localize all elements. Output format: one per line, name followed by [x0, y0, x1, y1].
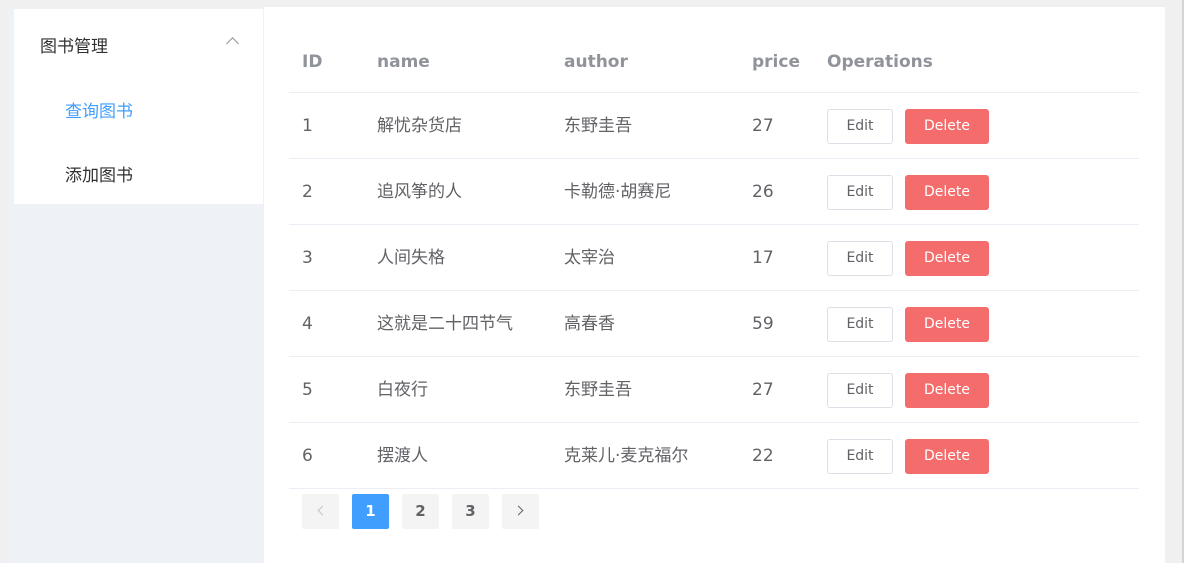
books-table: ID name author price Operations 1 解忧杂货店 …	[289, 31, 1139, 489]
column-header-name: name	[377, 52, 430, 72]
cell-id: 1	[302, 116, 313, 136]
delete-button[interactable]: Delete	[905, 109, 989, 144]
sidebar-item-add-book[interactable]: 添加图书	[14, 145, 263, 201]
cell-id: 2	[302, 182, 313, 202]
edit-button[interactable]: Edit	[827, 109, 893, 144]
cell-price: 27	[752, 116, 774, 136]
column-header-id: ID	[302, 52, 323, 72]
sidebar-item-label: 添加图书	[65, 165, 133, 186]
edit-button[interactable]: Edit	[827, 439, 893, 474]
delete-button[interactable]: Delete	[905, 439, 989, 474]
column-header-operations: Operations	[827, 52, 933, 72]
sidebar-item-label: 查询图书	[65, 101, 133, 122]
cell-id: 3	[302, 248, 313, 268]
sidebar: 图书管理 查询图书 添加图书	[7, 7, 264, 563]
edit-button[interactable]: Edit	[827, 241, 893, 276]
cell-name: 解忧杂货店	[377, 116, 462, 136]
cell-id: 6	[302, 446, 313, 466]
table-row: 1 解忧杂货店 东野圭吾 27 Edit Delete	[289, 93, 1139, 159]
cell-price: 17	[752, 248, 774, 268]
cell-price: 59	[752, 314, 774, 334]
table-row: 5 白夜行 东野圭吾 27 Edit Delete	[289, 357, 1139, 423]
cell-name: 白夜行	[377, 380, 428, 400]
edit-button[interactable]: Edit	[827, 307, 893, 342]
cell-name: 追风筝的人	[377, 182, 462, 202]
column-header-author: author	[564, 52, 628, 72]
main-content: ID name author price Operations 1 解忧杂货店 …	[264, 9, 1164, 563]
page-button-1[interactable]: 1	[352, 494, 389, 529]
edit-button[interactable]: Edit	[827, 373, 893, 408]
table-row: 3 人间失格 太宰治 17 Edit Delete	[289, 225, 1139, 291]
next-page-button[interactable]	[502, 494, 539, 529]
page-button-3[interactable]: 3	[452, 494, 489, 529]
delete-button[interactable]: Delete	[905, 175, 989, 210]
cell-name: 摆渡人	[377, 446, 428, 466]
sidebar-menu: 图书管理 查询图书 添加图书	[14, 9, 263, 204]
cell-author: 太宰治	[564, 248, 615, 268]
cell-price: 22	[752, 446, 774, 466]
delete-button[interactable]: Delete	[905, 307, 989, 342]
cell-id: 5	[302, 380, 313, 400]
cell-author: 高春香	[564, 314, 615, 334]
table-row: 2 追风筝的人 卡勒德·胡赛尼 26 Edit Delete	[289, 159, 1139, 225]
cell-author: 克莱儿·麦克福尔	[564, 446, 689, 466]
cell-author: 卡勒德·胡赛尼	[564, 182, 672, 202]
window-right-edge	[1165, 0, 1184, 563]
edit-button[interactable]: Edit	[827, 175, 893, 210]
cell-price: 26	[752, 182, 774, 202]
cell-id: 4	[302, 314, 313, 334]
cell-price: 27	[752, 380, 774, 400]
prev-page-button[interactable]	[302, 494, 339, 529]
sidebar-item-query-books[interactable]: 查询图书	[14, 81, 263, 137]
table-header: ID name author price Operations	[289, 31, 1139, 93]
submenu-title-label: 图书管理	[40, 36, 108, 57]
page-button-2[interactable]: 2	[402, 494, 439, 529]
column-header-price: price	[752, 52, 800, 72]
delete-button[interactable]: Delete	[905, 373, 989, 408]
chevron-left-icon	[317, 505, 328, 516]
cell-name: 人间失格	[377, 248, 445, 268]
delete-button[interactable]: Delete	[905, 241, 989, 276]
chevron-up-icon	[226, 37, 239, 50]
cell-author: 东野圭吾	[564, 116, 632, 136]
table-row: 4 这就是二十四节气 高春香 59 Edit Delete	[289, 291, 1139, 357]
chevron-right-icon	[513, 505, 524, 516]
submenu-book-management[interactable]: 图书管理	[14, 9, 263, 79]
cell-author: 东野圭吾	[564, 380, 632, 400]
table-row: 6 摆渡人 克莱儿·麦克福尔 22 Edit Delete	[289, 423, 1139, 489]
cell-name: 这就是二十四节气	[377, 314, 513, 334]
